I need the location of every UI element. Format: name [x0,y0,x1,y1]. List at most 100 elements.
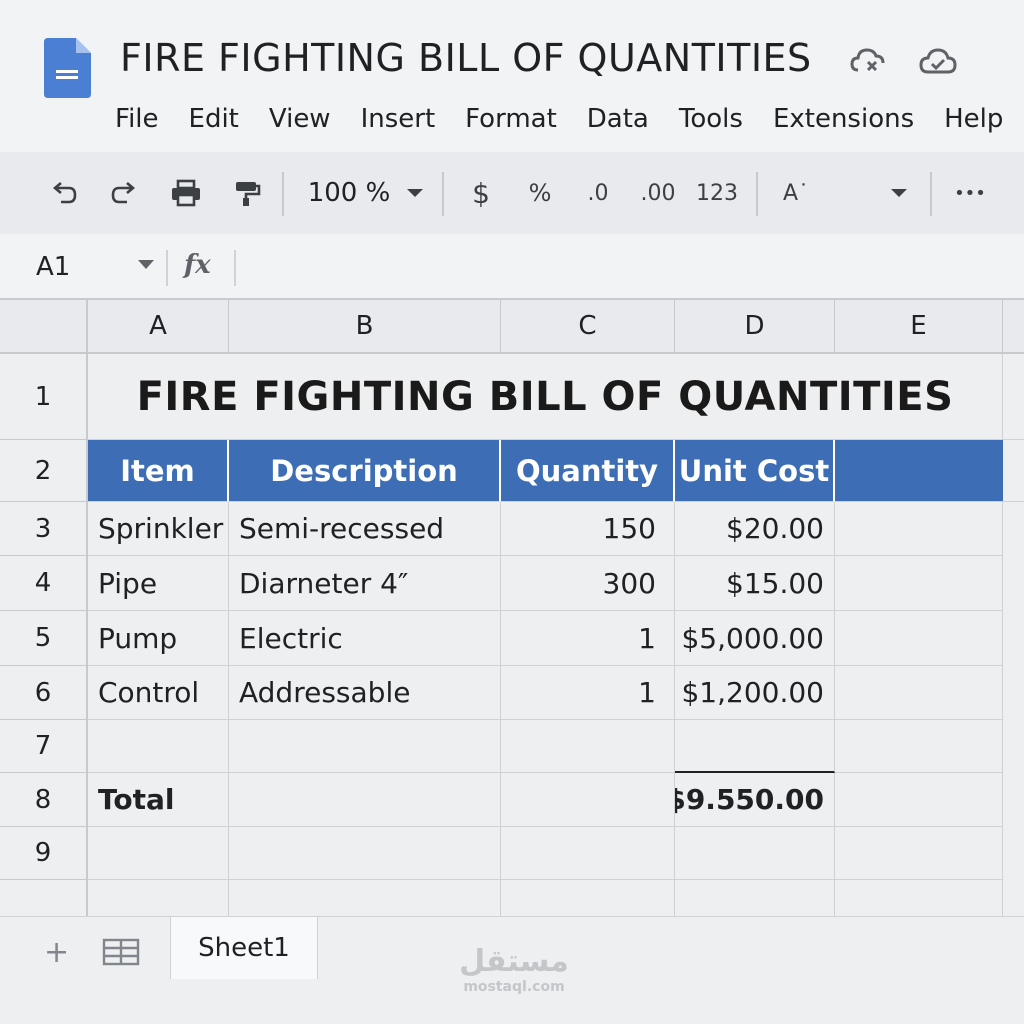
cell-d5[interactable]: $5,000.00 [675,611,835,666]
cell-overflow [1003,354,1024,440]
column-header-e[interactable]: E [835,300,1003,354]
document-title[interactable]: FIRE FIGHTING BILL OF QUANTITIES [120,36,812,80]
menu-help[interactable]: Help [944,104,1003,134]
more-options-icon[interactable]: ••• [950,152,990,234]
decrease-decimal-button[interactable]: .0 [578,152,618,234]
cell-d4[interactable]: $15.00 [675,556,835,611]
sheets-doc-icon[interactable] [44,38,91,98]
menu-tools[interactable]: Tools [679,104,743,134]
menu-format[interactable]: Format [465,104,557,134]
font-dropdown-icon[interactable] [886,152,912,234]
redo-icon[interactable] [104,152,144,234]
menu-edit[interactable]: Edit [189,104,239,134]
cell-a7[interactable] [88,720,229,773]
column-header-c[interactable]: C [501,300,675,354]
paint-format-icon[interactable] [226,152,266,234]
sheet-title-cell[interactable]: FIRE FIGHTING BILL OF QUANTITIES [88,354,1003,440]
row-header-2[interactable]: 2 [0,440,88,502]
cell-b4[interactable]: Diarneter 4″ [229,556,501,611]
row-header-4[interactable]: 4 [0,556,88,611]
move-to-folder-icon[interactable] [848,42,888,82]
name-box[interactable]: A1 [36,252,70,282]
watermark-logo: مستقل [459,944,569,979]
header-cell-quantity[interactable]: Quantity [501,440,675,502]
name-box-dropdown-icon[interactable] [138,260,154,269]
cell-b5[interactable]: Electric [229,611,501,666]
menu-extensions[interactable]: Extensions [773,104,914,134]
cell-e8[interactable] [835,773,1003,827]
mostaql-watermark: مستقل mostaql.com [452,944,576,995]
menu-data[interactable]: Data [587,104,649,134]
header-cell-description[interactable]: Description [229,440,501,502]
increase-decimal-button[interactable]: .00 [634,152,682,234]
increase-decimal-label: .00 [640,180,676,206]
menu-file[interactable]: File [115,104,159,134]
cell-b6[interactable]: Addressable [229,666,501,720]
cell-c8[interactable] [501,773,675,827]
formula-input[interactable] [250,252,990,284]
column-header-b[interactable]: B [229,300,501,354]
cell-d6[interactable]: $1,200.00 [675,666,835,720]
row-header-7[interactable]: 7 [0,720,88,773]
cell-d3[interactable]: $20.00 [675,502,835,556]
column-header-overflow [1003,300,1024,354]
row-header-1[interactable]: 1 [0,354,88,440]
zoom-select[interactable]: 100 % [304,152,394,234]
row-header-8[interactable]: 8 [0,773,88,827]
select-all-corner[interactable] [0,300,88,354]
cell-b10[interactable] [229,880,501,916]
menu-insert[interactable]: Insert [361,104,436,134]
cell-c6[interactable]: 1 [501,666,675,720]
cell-d10[interactable] [675,880,835,916]
number-format-button[interactable]: 123 [694,152,740,234]
all-sheets-icon[interactable] [102,937,142,967]
cell-d8-total-value[interactable]: $9.550.00 [675,773,835,827]
cell-a9[interactable] [88,827,229,880]
cell-b3[interactable]: Semi-recessed [229,502,501,556]
row-header-9[interactable]: 9 [0,827,88,880]
cell-c10[interactable] [501,880,675,916]
percent-format-button[interactable]: % [524,152,556,234]
row-header-6[interactable]: 6 [0,666,88,720]
cell-d7[interactable] [675,720,835,773]
cell-a3[interactable]: Sprinkler [88,502,229,556]
zoom-dropdown-icon[interactable] [402,152,428,234]
cell-b7[interactable] [229,720,501,773]
row-header-5[interactable]: 5 [0,611,88,666]
add-sheet-button[interactable]: + [44,935,69,970]
sheet-tab-sheet1[interactable]: Sheet1 [170,917,318,979]
cell-a6[interactable]: Control [88,666,229,720]
header-cell-unit-cost[interactable]: Unit Cost [675,440,835,502]
cell-e5[interactable] [835,611,1003,666]
cell-d9[interactable] [675,827,835,880]
cell-b9[interactable] [229,827,501,880]
print-icon[interactable] [164,152,208,234]
currency-format-button[interactable]: $ [466,152,496,234]
undo-icon[interactable] [44,152,84,234]
menu-view[interactable]: View [269,104,331,134]
cell-c4[interactable]: 300 [501,556,675,611]
font-size-button[interactable]: A˙ [778,152,814,234]
cell-a4[interactable]: Pipe [88,556,229,611]
row-header-3[interactable]: 3 [0,502,88,556]
cell-e9[interactable] [835,827,1003,880]
cell-e10[interactable] [835,880,1003,916]
cell-b8[interactable] [229,773,501,827]
cell-e6[interactable] [835,666,1003,720]
cell-c3[interactable]: 150 [501,502,675,556]
column-header-a[interactable]: A [88,300,229,354]
cell-a8-total-label[interactable]: Total [88,773,229,827]
cell-a5[interactable]: Pump [88,611,229,666]
cell-e7[interactable] [835,720,1003,773]
cloud-saved-icon[interactable] [918,42,958,82]
cell-c5[interactable]: 1 [501,611,675,666]
cell-c9[interactable] [501,827,675,880]
cell-e3[interactable] [835,502,1003,556]
header-cell-item[interactable]: Item [88,440,229,502]
menu-bar: File Edit View Insert Format Data Tools … [115,104,1024,134]
cell-a10[interactable] [88,880,229,916]
cell-c7[interactable] [501,720,675,773]
cell-e4[interactable] [835,556,1003,611]
column-header-d[interactable]: D [675,300,835,354]
header-cell-e[interactable] [835,440,1003,502]
